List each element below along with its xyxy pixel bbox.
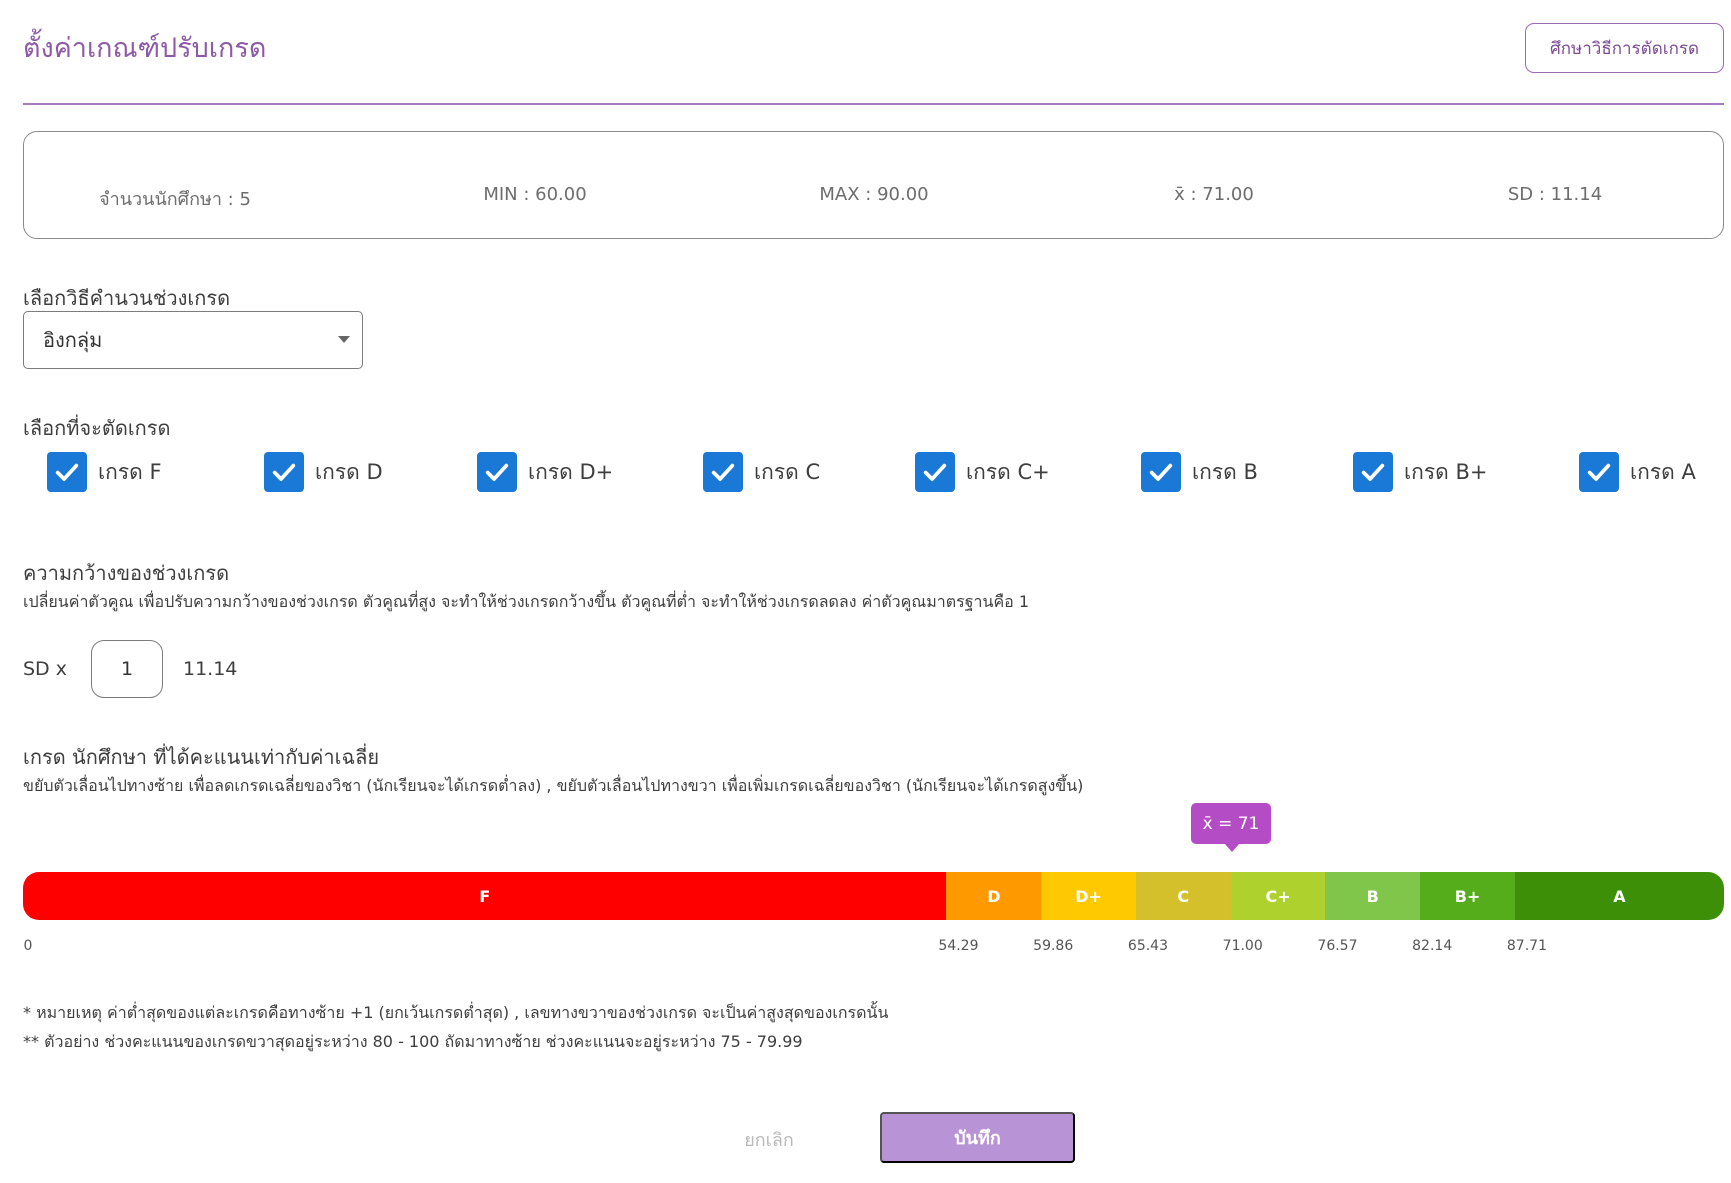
grade-segment: D — [946, 872, 1042, 920]
student-count: จำนวนนักศึกษา : 5 — [99, 189, 251, 210]
grade-segment: A — [1514, 872, 1724, 920]
grade-width-label: ความกว้างของช่วงเกรด — [23, 561, 230, 585]
stats-panel: จำนวนนักศึกษา : 5 MIN : 60.00 MAX : 90.0… — [23, 131, 1724, 239]
check-icon — [1149, 463, 1173, 481]
grade-tick-label: 54.29 — [938, 938, 979, 954]
grade-width-description: เปลี่ยนค่าตัวคูณ เพื่อปรับความกว้างของช่… — [23, 592, 1030, 611]
grades-select-label: เลือกที่จะตัดเกรด — [23, 416, 171, 440]
grade-checkbox-label: เกรด D+ — [528, 459, 614, 484]
cancel-button[interactable]: ยกเลิก — [717, 1114, 821, 1164]
grade-checkbox[interactable] — [477, 452, 517, 492]
note-1: * หมายเหตุ ค่าต่ำสุดของแต่ละเกรดคือทางซ้… — [23, 1003, 889, 1022]
check-icon — [711, 463, 735, 481]
mean-grade-label: เกรด นักศึกษา ที่ได้คะแนนเท่ากับค่าเฉลี่… — [23, 745, 380, 769]
check-icon — [272, 463, 296, 481]
grade-tick-label: 76.57 — [1317, 938, 1358, 954]
check-icon — [1361, 463, 1385, 481]
grade-checkbox[interactable] — [1579, 452, 1619, 492]
grade-checkbox[interactable] — [1353, 452, 1393, 492]
mean-grade-description: ขยับตัวเลื่อนไปทางซ้าย เพื่อลดเกรดเฉลี่ย… — [23, 776, 1084, 795]
sd-multiplier-value: 1 — [120, 658, 134, 680]
grade-checkbox-item[interactable]: เกรด B — [1141, 452, 1258, 492]
grade-checkbox-item[interactable]: เกรด D+ — [477, 452, 613, 492]
grade-checkbox-item[interactable]: เกรด F — [47, 452, 162, 492]
grade-tick-label: 71.00 — [1222, 938, 1263, 954]
min-score: MIN : 60.00 — [483, 184, 587, 205]
save-button[interactable]: บันทึก — [880, 1112, 1075, 1163]
grade-segment: F — [23, 872, 947, 920]
page-title: ตั้งค่าเกณฑ์ปรับเกรด — [23, 33, 267, 64]
method-select[interactable]: อิงกลุ่ม — [23, 311, 363, 369]
title-divider — [23, 103, 1724, 105]
study-grading-method-button[interactable]: ศึกษาวิธีการตัดเกรด — [1525, 23, 1724, 73]
grade-tick-label: 87.71 — [1506, 938, 1547, 954]
mean-slider-handle[interactable]: x̄ = 71 — [1191, 803, 1271, 844]
grade-checkbox-label: เกรด C+ — [966, 459, 1050, 484]
grade-checkbox[interactable] — [47, 452, 87, 492]
method-label: เลือกวิธีคำนวนช่วงเกรด — [23, 286, 231, 310]
grade-checkbox-item[interactable]: เกรด C+ — [915, 452, 1050, 492]
grade-tick-label: 0 — [23, 938, 33, 954]
grade-checkbox-item[interactable]: เกรด A — [1579, 452, 1696, 492]
grade-checkbox-item[interactable]: เกรด D — [264, 452, 383, 492]
grade-checkbox[interactable] — [264, 452, 304, 492]
grade-checkbox-item[interactable]: เกรด B+ — [1353, 452, 1488, 492]
check-icon — [55, 463, 79, 481]
grade-segment: C — [1135, 872, 1231, 920]
grade-checkbox-label: เกรด F — [98, 459, 162, 484]
grade-checkbox-label: เกรด B+ — [1404, 459, 1488, 484]
grade-segment: D+ — [1041, 872, 1136, 920]
grade-checkbox-label: เกรด A — [1630, 459, 1696, 484]
mean-score: x̄ : 71.00 — [1174, 184, 1254, 205]
mean-tooltip-pointer — [1224, 843, 1240, 852]
grade-checkbox[interactable] — [915, 452, 955, 492]
grade-checkbox[interactable] — [703, 452, 743, 492]
check-icon — [485, 463, 509, 481]
grade-tick-label: 82.14 — [1412, 938, 1453, 954]
grade-tick-label: 59.86 — [1033, 938, 1074, 954]
check-icon — [923, 463, 947, 481]
sd-result-value: 11.14 — [183, 658, 238, 680]
grade-range-bar[interactable]: F D D+ C C+ B B+ A — [23, 872, 1724, 920]
sd-multiplier-prefix: SD x — [23, 658, 67, 680]
max-score: MAX : 90.00 — [819, 184, 929, 205]
mean-tooltip-label: x̄ = 71 — [1202, 813, 1260, 834]
grade-checkbox-label: เกรด C — [754, 459, 821, 484]
method-select-value: อิงกลุ่ม — [43, 328, 103, 352]
grade-tick-label: 65.43 — [1127, 938, 1168, 954]
grade-checkbox-label: เกรด D — [315, 459, 383, 484]
sd-multiplier-input[interactable]: 1 — [91, 640, 163, 698]
grade-segment: B — [1325, 872, 1421, 920]
grade-checkbox[interactable] — [1141, 452, 1181, 492]
chevron-down-icon — [338, 336, 350, 343]
grade-segment: B+ — [1420, 872, 1515, 920]
grade-segment: C+ — [1230, 872, 1326, 920]
check-icon — [1587, 463, 1611, 481]
note-2: ** ตัวอย่าง ช่วงคะแนนของเกรดขวาสุดอยู่ระ… — [23, 1032, 803, 1051]
sd-score: SD : 11.14 — [1507, 184, 1603, 205]
grade-checkbox-item[interactable]: เกรด C — [703, 452, 820, 492]
grade-checkbox-label: เกรด B — [1192, 459, 1258, 484]
